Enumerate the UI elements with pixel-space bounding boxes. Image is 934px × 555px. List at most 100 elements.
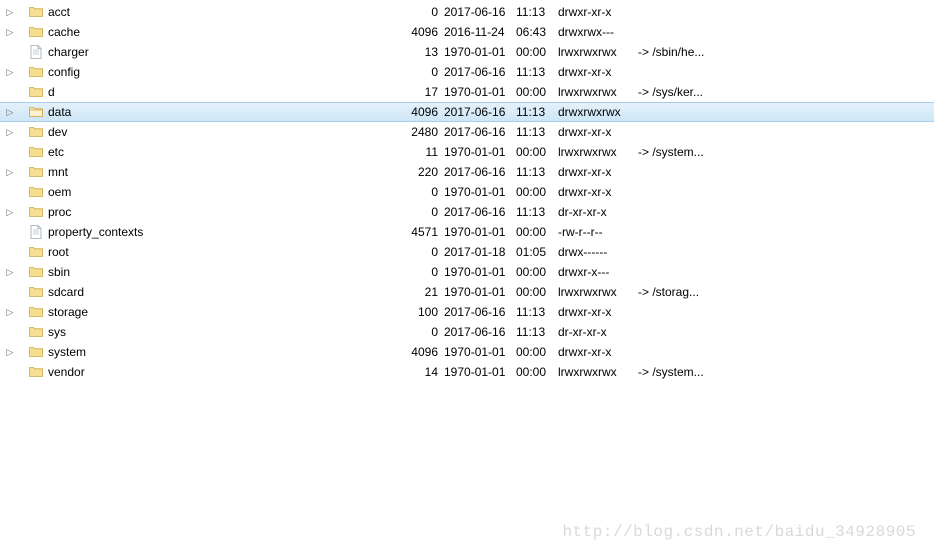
- tree-row[interactable]: sys02017-06-1611:13dr-xr-xr-x: [0, 322, 934, 342]
- file-date: 1970-01-01: [444, 142, 516, 162]
- folder-icon: [28, 344, 44, 360]
- file-name: mnt: [48, 162, 404, 182]
- folder-icon: [28, 184, 44, 200]
- expand-icon[interactable]: ▷: [4, 122, 16, 142]
- file-date: 2017-06-16: [444, 62, 516, 82]
- folder-icon: [28, 84, 44, 100]
- tree-row[interactable]: vendor141970-01-0100:00lrwxrwxrwx-> /sys…: [0, 362, 934, 382]
- expand-icon[interactable]: ▷: [4, 302, 16, 322]
- file-name: root: [48, 242, 404, 262]
- file-permissions: dr-xr-xr-x: [558, 202, 638, 222]
- folder-icon: [28, 244, 44, 260]
- expand-icon[interactable]: ▷: [4, 262, 16, 282]
- file-size: 100: [404, 302, 444, 322]
- file-permissions: drwx------: [558, 242, 638, 262]
- file-name: sdcard: [48, 282, 404, 302]
- file-size: 220: [404, 162, 444, 182]
- file-permissions: drwxr-x---: [558, 262, 638, 282]
- file-time: 11:13: [516, 202, 558, 222]
- folder-icon: [28, 144, 44, 160]
- file-permissions: -rw-r--r--: [558, 222, 638, 242]
- file-name: property_contexts: [48, 222, 404, 242]
- folder-icon: [28, 4, 44, 20]
- file-date: 2017-01-18: [444, 242, 516, 262]
- expand-icon[interactable]: ▷: [4, 202, 16, 222]
- folder-icon: [28, 284, 44, 300]
- file-permissions: drwxr-xr-x: [558, 2, 638, 22]
- file-date: 2017-06-16: [444, 162, 516, 182]
- file-icon: [28, 224, 44, 240]
- file-permissions: lrwxrwxrwx: [558, 42, 638, 62]
- file-icon: [28, 44, 44, 60]
- symlink-target: -> /sys/ker...: [638, 82, 728, 102]
- tree-row[interactable]: sdcard211970-01-0100:00lrwxrwxrwx-> /sto…: [0, 282, 934, 302]
- file-permissions: dr-xr-xr-x: [558, 322, 638, 342]
- file-date: 2017-06-16: [444, 2, 516, 22]
- file-tree[interactable]: ▷acct02017-06-1611:13drwxr-xr-x▷cache409…: [0, 0, 934, 382]
- file-name: sys: [48, 322, 404, 342]
- file-date: 2017-06-16: [444, 103, 516, 121]
- tree-row[interactable]: ▷config02017-06-1611:13drwxr-xr-x: [0, 62, 934, 82]
- file-date: 1970-01-01: [444, 262, 516, 282]
- file-name: data: [48, 103, 404, 121]
- file-size: 0: [404, 322, 444, 342]
- symlink-target: -> /system...: [638, 362, 728, 382]
- file-date: 1970-01-01: [444, 42, 516, 62]
- file-time: 00:00: [516, 262, 558, 282]
- file-time: 06:43: [516, 22, 558, 42]
- file-name: d: [48, 82, 404, 102]
- file-time: 00:00: [516, 182, 558, 202]
- file-date: 1970-01-01: [444, 182, 516, 202]
- tree-row[interactable]: property_contexts45711970-01-0100:00-rw-…: [0, 222, 934, 242]
- file-size: 0: [404, 262, 444, 282]
- file-size: 17: [404, 82, 444, 102]
- file-time: 11:13: [516, 62, 558, 82]
- tree-row[interactable]: oem01970-01-0100:00drwxr-xr-x: [0, 182, 934, 202]
- watermark-text: http://blog.csdn.net/baidu_34928905: [562, 523, 916, 541]
- file-date: 1970-01-01: [444, 282, 516, 302]
- tree-row[interactable]: ▷acct02017-06-1611:13drwxr-xr-x: [0, 2, 934, 22]
- folder-icon: [28, 124, 44, 140]
- tree-row[interactable]: charger131970-01-0100:00lrwxrwxrwx-> /sb…: [0, 42, 934, 62]
- expand-icon[interactable]: ▷: [4, 62, 16, 82]
- expand-icon[interactable]: ▷: [4, 22, 16, 42]
- file-time: 11:13: [516, 162, 558, 182]
- tree-row[interactable]: ▷system40961970-01-0100:00drwxr-xr-x: [0, 342, 934, 362]
- file-name: dev: [48, 122, 404, 142]
- tree-row[interactable]: ▷cache40962016-11-2406:43drwxrwx---: [0, 22, 934, 42]
- file-name: cache: [48, 22, 404, 42]
- tree-row[interactable]: ▷dev24802017-06-1611:13drwxr-xr-x: [0, 122, 934, 142]
- expand-icon[interactable]: ▷: [4, 342, 16, 362]
- file-size: 0: [404, 2, 444, 22]
- file-time: 11:13: [516, 103, 558, 121]
- file-permissions: drwxrwxrwx: [558, 103, 638, 121]
- file-name: proc: [48, 202, 404, 222]
- symlink-target: -> /sbin/he...: [638, 42, 728, 62]
- expand-icon[interactable]: ▷: [4, 2, 16, 22]
- file-permissions: drwxr-xr-x: [558, 342, 638, 362]
- expand-icon[interactable]: ▷: [4, 162, 16, 182]
- file-date: 2017-06-16: [444, 122, 516, 142]
- file-date: 2017-06-16: [444, 302, 516, 322]
- file-name: vendor: [48, 362, 404, 382]
- file-size: 4096: [404, 342, 444, 362]
- file-size: 21: [404, 282, 444, 302]
- tree-row[interactable]: etc111970-01-0100:00lrwxrwxrwx-> /system…: [0, 142, 934, 162]
- file-name: system: [48, 342, 404, 362]
- file-size: 13: [404, 42, 444, 62]
- folder-open-icon: [28, 104, 44, 120]
- expand-icon[interactable]: ▷: [4, 103, 16, 121]
- tree-row[interactable]: ▷sbin01970-01-0100:00drwxr-x---: [0, 262, 934, 282]
- file-permissions: lrwxrwxrwx: [558, 362, 638, 382]
- tree-row[interactable]: ▷ mnt2202017-06-1611:13drwxr-xr-x: [0, 162, 934, 182]
- tree-row[interactable]: d171970-01-0100:00lrwxrwxrwx-> /sys/ker.…: [0, 82, 934, 102]
- folder-icon: [28, 364, 44, 380]
- file-time: 00:00: [516, 82, 558, 102]
- tree-row[interactable]: ▷data40962017-06-1611:13drwxrwxrwx: [0, 102, 934, 122]
- file-permissions: drwxr-xr-x: [558, 162, 638, 182]
- symlink-target: -> /system...: [638, 142, 728, 162]
- tree-row[interactable]: ▷proc02017-06-1611:13dr-xr-xr-x: [0, 202, 934, 222]
- tree-row[interactable]: ▷storage1002017-06-1611:13drwxr-xr-x: [0, 302, 934, 322]
- tree-row[interactable]: root02017-01-1801:05drwx------: [0, 242, 934, 262]
- file-time: 11:13: [516, 122, 558, 142]
